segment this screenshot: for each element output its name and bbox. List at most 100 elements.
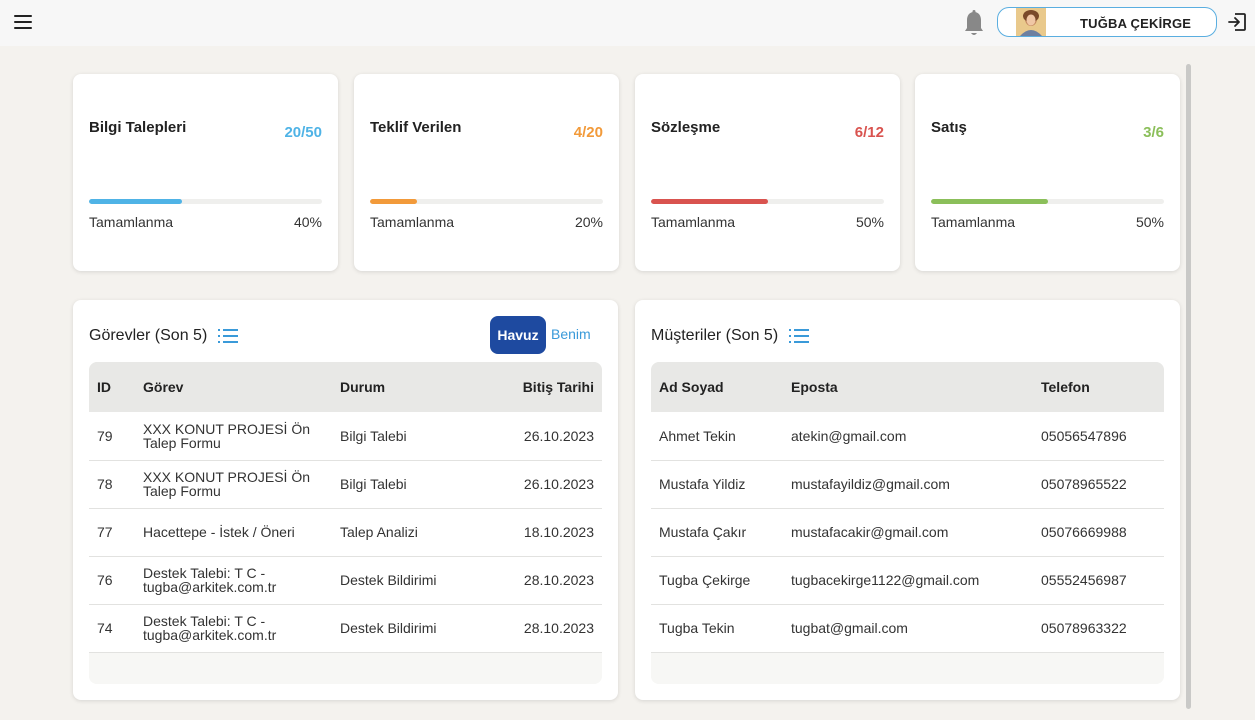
task-status: Destek Bildirimi <box>332 604 492 653</box>
stat-card-satis: Satış 3/6 Tamamlanma 50% <box>915 74 1180 271</box>
progress-bar <box>651 199 884 204</box>
column-header-id[interactable]: ID <box>89 362 135 412</box>
progress-bar <box>370 199 603 204</box>
column-header-status[interactable]: Durum <box>332 362 492 412</box>
list-icon[interactable] <box>217 327 238 345</box>
task-name: Destek Talebi: T C - tugba@arkitek.com.t… <box>135 604 332 653</box>
customer-email: mustafacakir@gmail.com <box>783 508 1033 557</box>
stat-percent: 40% <box>293 214 322 230</box>
table-row[interactable]: 77 Hacettepe - İstek / Öneri Talep Anali… <box>89 508 602 557</box>
customer-email: mustafayildiz@gmail.com <box>783 460 1033 509</box>
havuz-button[interactable]: Havuz <box>490 316 546 354</box>
benim-button[interactable]: Benim <box>551 326 591 342</box>
task-name: Destek Talebi: T C - tugba@arkitek.com.t… <box>135 556 332 605</box>
customer-name: Mustafa Yildiz <box>651 460 783 509</box>
tasks-panel: Görevler (Son 5) Havuz Benim ID Görev Du… <box>73 300 618 700</box>
table-row[interactable]: 79 XXX KONUT PROJESİ Ön Talep Formu Bilg… <box>89 412 602 461</box>
customer-phone: 05552456987 <box>1033 556 1164 605</box>
panel-title: Görevler (Son 5) <box>89 327 238 345</box>
task-due-date: 26.10.2023 <box>492 460 602 509</box>
column-header-phone[interactable]: Telefon <box>1033 362 1164 412</box>
table-row[interactable]: Mustafa Yildiz mustafayildiz@gmail.com 0… <box>651 460 1164 509</box>
stat-percent: 50% <box>855 214 884 230</box>
stat-percent: 50% <box>1135 214 1164 230</box>
column-header-email[interactable]: Eposta <box>783 362 1033 412</box>
column-header-name[interactable]: Ad Soyad <box>651 362 783 412</box>
task-due-date: 28.10.2023 <box>492 556 602 605</box>
progress-fill <box>89 199 183 204</box>
customers-table: Ad Soyad Eposta Telefon Ahmet Tekin atek… <box>651 362 1164 684</box>
stat-percent: 20% <box>574 214 603 230</box>
task-status: Talep Analizi <box>332 508 492 557</box>
customer-name: Tugba Tekin <box>651 604 783 653</box>
progress-fill <box>651 199 768 204</box>
stat-title: Satış <box>931 119 967 136</box>
task-id: 79 <box>89 412 135 461</box>
task-status: Bilgi Talebi <box>332 412 492 461</box>
progress-fill <box>370 199 417 204</box>
stat-card-bilgi-talepleri: Bilgi Talepleri 20/50 Tamamlanma 40% <box>73 74 338 271</box>
task-status: Bilgi Talebi <box>332 460 492 509</box>
customer-email: atekin@gmail.com <box>783 412 1033 461</box>
stat-card-sozlesme: Sözleşme 6/12 Tamamlanma 50% <box>635 74 900 271</box>
stat-value: 3/6 <box>1143 124 1164 141</box>
column-header-task[interactable]: Görev <box>135 362 332 412</box>
table-row[interactable]: 74 Destek Talebi: T C - tugba@arkitek.co… <box>89 604 602 653</box>
customer-phone: 05078963322 <box>1033 604 1164 653</box>
customer-name: Tugba Çekirge <box>651 556 783 605</box>
avatar <box>1016 8 1046 36</box>
stat-title: Teklif Verilen <box>370 119 462 136</box>
scrollbar[interactable] <box>1186 64 1191 709</box>
customer-name: Ahmet Tekin <box>651 412 783 461</box>
table-empty-row <box>651 652 1164 684</box>
table-row[interactable]: 76 Destek Talebi: T C - tugba@arkitek.co… <box>89 556 602 605</box>
panel-title: Müşteriler (Son 5) <box>651 327 809 345</box>
user-profile-button[interactable]: TUĞBA ÇEKİRGE <box>997 7 1217 37</box>
task-id: 74 <box>89 604 135 653</box>
progress-fill <box>931 199 1048 204</box>
tasks-table: ID Görev Durum Bitiş Tarihi 79 XXX KONUT… <box>89 362 602 684</box>
table-header-row: ID Görev Durum Bitiş Tarihi <box>89 362 602 412</box>
task-id: 77 <box>89 508 135 557</box>
customer-name: Mustafa Çakır <box>651 508 783 557</box>
progress-bar <box>931 199 1164 204</box>
user-name: TUĞBA ÇEKİRGE <box>1080 16 1192 31</box>
stat-label: Tamamlanma <box>651 214 736 230</box>
table-row[interactable]: Tugba Tekin tugbat@gmail.com 05078963322 <box>651 604 1164 653</box>
top-bar: TUĞBA ÇEKİRGE <box>0 0 1255 46</box>
task-id: 76 <box>89 556 135 605</box>
task-due-date: 18.10.2023 <box>492 508 602 557</box>
task-id: 78 <box>89 460 135 509</box>
bell-icon[interactable] <box>962 9 986 39</box>
table-row[interactable]: 78 XXX KONUT PROJESİ Ön Talep Formu Bilg… <box>89 460 602 509</box>
customers-panel: Müşteriler (Son 5) Ad Soyad Eposta Telef… <box>635 300 1180 700</box>
stat-card-teklif-verilen: Teklif Verilen 4/20 Tamamlanma 20% <box>354 74 619 271</box>
progress-bar <box>89 199 322 204</box>
table-row[interactable]: Ahmet Tekin atekin@gmail.com 05056547896 <box>651 412 1164 461</box>
stat-value: 20/50 <box>284 124 322 141</box>
table-row[interactable]: Mustafa Çakır mustafacakir@gmail.com 050… <box>651 508 1164 557</box>
list-icon[interactable] <box>788 327 809 345</box>
task-name: XXX KONUT PROJESİ Ön Talep Formu <box>135 460 332 509</box>
stat-title: Bilgi Talepleri <box>89 119 187 136</box>
column-header-due-date[interactable]: Bitiş Tarihi <box>492 362 602 412</box>
task-due-date: 28.10.2023 <box>492 604 602 653</box>
hamburger-menu-icon[interactable] <box>14 15 32 29</box>
task-name: Hacettepe - İstek / Öneri <box>135 508 332 557</box>
customer-phone: 05076669988 <box>1033 508 1164 557</box>
customer-email: tugbat@gmail.com <box>783 604 1033 653</box>
stat-title: Sözleşme <box>651 119 721 136</box>
table-empty-row <box>89 652 602 684</box>
task-due-date: 26.10.2023 <box>492 412 602 461</box>
task-name: XXX KONUT PROJESİ Ön Talep Formu <box>135 412 332 461</box>
stat-label: Tamamlanma <box>931 214 1016 230</box>
stat-value: 4/20 <box>573 124 603 141</box>
customers-title: Müşteriler (Son 5) <box>651 327 779 345</box>
stat-label: Tamamlanma <box>89 214 174 230</box>
task-status: Destek Bildirimi <box>332 556 492 605</box>
table-row[interactable]: Tugba Çekirge tugbacekirge1122@gmail.com… <box>651 556 1164 605</box>
table-header-row: Ad Soyad Eposta Telefon <box>651 362 1164 412</box>
customer-email: tugbacekirge1122@gmail.com <box>783 556 1033 605</box>
logout-icon[interactable] <box>1226 11 1248 33</box>
customer-phone: 05056547896 <box>1033 412 1164 461</box>
